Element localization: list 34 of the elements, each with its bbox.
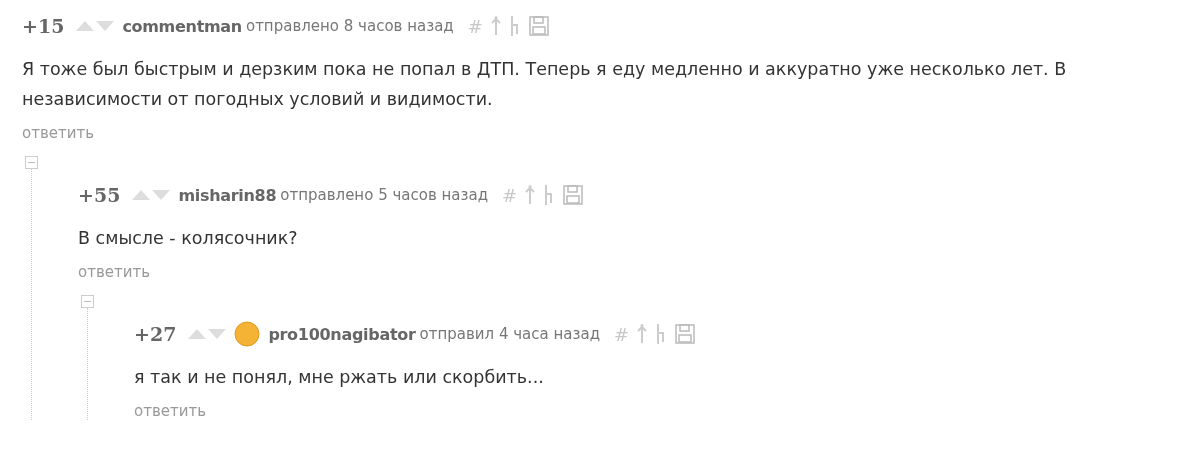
comment-text: В смысле - колясочник? <box>78 227 299 250</box>
post-time: отправлено 5 часов назад <box>280 186 489 204</box>
comment-rating: +27 <box>134 323 177 345</box>
upvote-icon[interactable] <box>76 21 95 31</box>
save-icon[interactable] <box>528 16 549 36</box>
reply-link[interactable]: ответить <box>134 402 207 420</box>
permalink-link[interactable]: # <box>502 184 518 206</box>
comment-text: Я тоже был быстрым и дерзким пока не попал в ДТП. Теперь я еду медленно и аккуратно уже несколько лет. В независимости от погодных условий и видимости. <box>22 58 1068 111</box>
comment-rating: +55 <box>78 184 121 206</box>
reply-link[interactable]: ответить <box>78 263 151 281</box>
downvote-icon[interactable] <box>208 329 227 339</box>
collapse-toggle[interactable] <box>25 156 38 169</box>
username-link[interactable]: misharin88 <box>178 185 277 205</box>
comment-rating: +15 <box>22 15 65 37</box>
up-arrow-icon[interactable] <box>637 324 648 344</box>
permalink-link[interactable]: # <box>467 15 483 37</box>
up-arrow-icon[interactable] <box>490 16 501 36</box>
upvote-icon[interactable] <box>132 190 151 200</box>
username-link[interactable]: pro100nagibator <box>268 324 416 344</box>
save-icon[interactable] <box>675 324 696 344</box>
post-time: отправлено 8 часов назад <box>245 17 454 35</box>
comment-text: я так и не понял, мне ржать или скорбить... <box>134 366 545 389</box>
reply-link[interactable]: ответить <box>22 124 95 142</box>
save-icon[interactable] <box>563 185 584 205</box>
collapse-toggle[interactable] <box>81 295 94 308</box>
upvote-icon[interactable] <box>188 329 207 339</box>
avatar-icon <box>234 321 261 347</box>
branch-arrow-icon[interactable] <box>508 16 521 36</box>
permalink-link[interactable]: # <box>614 323 630 345</box>
up-arrow-icon[interactable] <box>525 185 536 205</box>
username-link[interactable]: commentman <box>122 16 242 36</box>
post-time: отправил 4 часа назад <box>419 325 601 343</box>
downvote-icon[interactable] <box>96 21 115 31</box>
downvote-icon[interactable] <box>152 190 171 200</box>
